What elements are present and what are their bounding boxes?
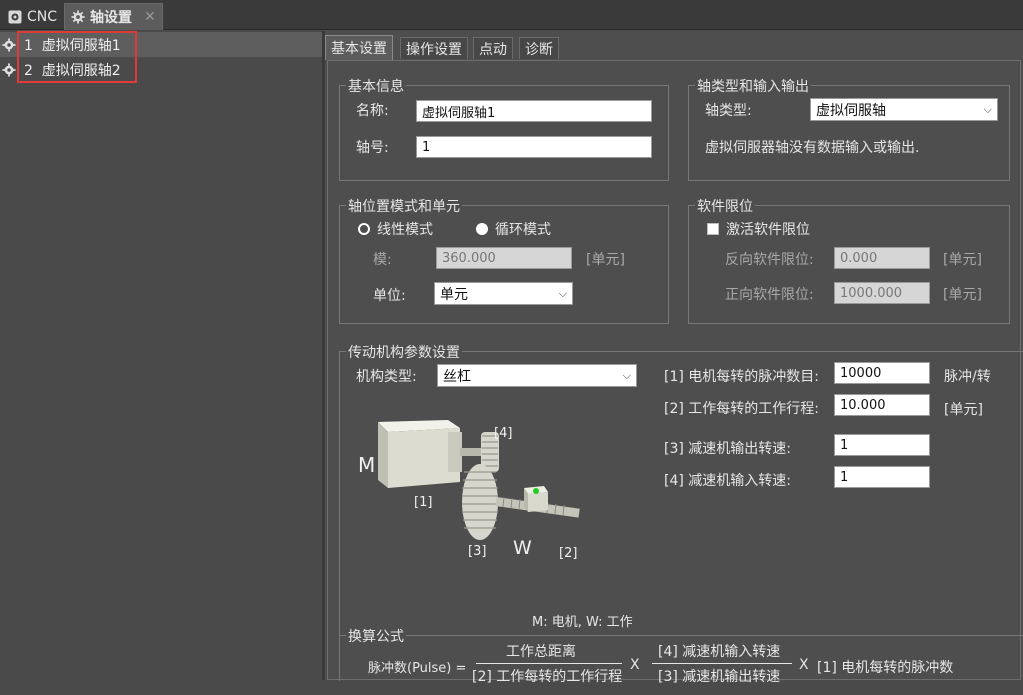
group-soft-limits: 软件限位 激活软件限位 反向软件限位: 0.000 [单元] 正向软件限位: 1…: [688, 196, 1010, 324]
radio-cyclic-mode[interactable]: 循环模式: [476, 219, 551, 239]
chevron-down-icon: ⌵: [622, 368, 631, 382]
unit-label: 单位:: [373, 288, 406, 304]
param-2-unit: [单元]: [944, 402, 983, 418]
formula-frac1-denominator: [2] 工作每转的工作行程: [472, 669, 623, 685]
chevron-down-icon: ⌵: [983, 102, 992, 116]
axis-settings-panel: 基本设置 操作设置 点动 诊断 基本信息 名称: 虚拟伺服轴1 轴号: 1 轴类…: [325, 31, 1023, 685]
tag-2: [2]: [559, 546, 577, 561]
group-title: 软件限位: [695, 196, 755, 216]
work-nut: [524, 486, 548, 512]
tab-diagnostics[interactable]: 诊断: [519, 37, 559, 59]
axis-type-note: 虚拟伺服器轴没有数据输入或输出.: [705, 140, 920, 156]
reverse-limit-label: 反向软件限位:: [725, 252, 814, 268]
tree-item-label: 2 虚拟伺服轴2: [24, 62, 121, 79]
large-gear: [462, 464, 498, 540]
param-2-label: [2] 工作每转的工作行程:: [664, 401, 819, 417]
travel-per-rev-field[interactable]: 10.000: [834, 394, 930, 416]
modulus-field[interactable]: 360.000: [436, 247, 572, 269]
tag-4: [4]: [494, 426, 512, 441]
formula-frac2-numerator: [4] 减速机输入转速: [658, 644, 781, 660]
diagram-legend: M: 电机, W: 工作: [532, 615, 633, 630]
mechanism-type-label: 机构类型:: [356, 369, 417, 385]
gear-icon: [71, 10, 85, 24]
formula-times-2: X: [799, 657, 809, 673]
group-title: 基本信息: [346, 76, 406, 96]
group-title: 轴类型和输入输出: [695, 76, 811, 96]
axis-number-field[interactable]: 1: [416, 136, 652, 158]
tab-basic-settings[interactable]: 基本设置: [325, 35, 393, 60]
tab-jog[interactable]: 点动: [473, 37, 513, 59]
name-label: 名称:: [356, 103, 389, 119]
gear-icon: [2, 62, 16, 77]
reverse-limit-field[interactable]: 0.000: [834, 247, 930, 269]
modulus-label: 模:: [373, 252, 392, 268]
doc-tab-cnc[interactable]: CNC: [2, 3, 63, 30]
formula-frac1-numerator: 工作总距离: [506, 644, 576, 660]
tab-operation-settings[interactable]: 操作设置: [400, 37, 468, 59]
unit-value: 单元: [440, 286, 468, 303]
formula-tail: [1] 电机每转的脉冲数: [817, 660, 954, 676]
group-position-mode: 轴位置模式和单元 线性模式 循环模式 模: 360.000 [单元] 单位: 单…: [339, 196, 669, 324]
param-1-unit: 脉冲/转: [944, 369, 991, 385]
tab-body: 基本信息 名称: 虚拟伺服轴1 轴号: 1 轴类型和输入输出 轴类型: 虚拟伺服…: [327, 60, 1023, 685]
forward-limit-unit: [单元]: [943, 287, 982, 303]
activate-soft-limit-checkbox[interactable]: 激活软件限位: [707, 219, 810, 239]
work-letter: W: [513, 537, 532, 559]
param-1-label: [1] 电机每转的脉冲数目:: [664, 369, 819, 385]
group-title: 传动机构参数设置: [346, 342, 462, 362]
close-icon[interactable]: ✕: [144, 9, 156, 25]
mechanism-type-value: 丝杠: [443, 368, 471, 385]
group-formula: 换算公式 脉冲数(Pulse) = 工作总距离 [2] 工作每转的工作行程 X …: [340, 626, 1023, 695]
indicator-green: [533, 488, 539, 494]
pulses-per-rev-field[interactable]: 10000: [834, 362, 930, 384]
doc-tab-axis-settings[interactable]: 轴设置 ✕: [64, 3, 163, 30]
fraction-bar: [652, 663, 792, 664]
forward-limit-label: 正向软件限位:: [725, 287, 814, 303]
reducer-output-speed-field[interactable]: 1: [834, 434, 930, 456]
formula-times-1: X: [630, 657, 640, 673]
radio-linear-mode[interactable]: 线性模式: [358, 219, 433, 239]
tree-item-axis-1[interactable]: 1 虚拟伺服轴1: [0, 32, 322, 57]
forward-limit-field[interactable]: 1000.000: [834, 282, 930, 304]
reducer-input-speed-field[interactable]: 1: [834, 466, 930, 488]
group-axis-type: 轴类型和输入输出 轴类型: 虚拟伺服轴 ⌵ 虚拟伺服器轴没有数据输入或输出.: [688, 76, 1010, 181]
tree-item-label: 1 虚拟伺服轴1: [24, 37, 121, 54]
document-tab-bar: CNC 轴设置 ✕: [0, 0, 1023, 30]
mechanism-type-select[interactable]: 丝杠 ⌵: [437, 364, 637, 387]
group-basic-info: 基本信息 名称: 虚拟伺服轴1 轴号: 1: [339, 76, 669, 181]
doc-tab-label: CNC: [27, 8, 58, 25]
axis-tree: 1 虚拟伺服轴1 2 虚拟伺服轴2: [0, 31, 322, 680]
tree-item-axis-2[interactable]: 2 虚拟伺服轴2: [0, 57, 322, 82]
fraction-bar: [476, 663, 622, 664]
formula-lhs: 脉冲数(Pulse) =: [368, 661, 467, 676]
axis-name-field[interactable]: 虚拟伺服轴1: [416, 100, 652, 122]
group-transmission: 传动机构参数设置 机构类型: 丝杠 ⌵ [1] 电机每转的脉冲数目: 10000…: [339, 342, 1023, 685]
group-title: 轴位置模式和单元: [346, 196, 462, 216]
unit-select[interactable]: 单元 ⌵: [434, 282, 573, 305]
cnc-icon: [8, 10, 22, 23]
formula-frac2-denominator: [3] 减速机输出转速: [658, 669, 781, 685]
reverse-limit-unit: [单元]: [943, 252, 982, 268]
radio-label: 线性模式: [377, 222, 433, 238]
tag-1: [1]: [414, 495, 432, 510]
checkbox: [707, 223, 719, 235]
radio-button: [358, 223, 370, 235]
chevron-down-icon: ⌵: [558, 286, 567, 300]
tag-3: [3]: [468, 544, 486, 559]
param-3-label: [3] 减速机输出转速:: [664, 441, 791, 457]
param-4-label: [4] 减速机输入转速:: [664, 473, 791, 489]
modulus-unit: [单元]: [586, 252, 625, 268]
group-title: 换算公式: [346, 626, 406, 646]
axis-type-label: 轴类型:: [705, 103, 752, 119]
axis-type-value: 虚拟伺服轴: [816, 102, 886, 119]
checkbox-label: 激活软件限位: [726, 222, 810, 238]
radio-button-selected: [476, 223, 488, 235]
axis-number-label: 轴号:: [356, 140, 389, 156]
gear-icon: [2, 37, 16, 52]
ballscrew-diagram: M [4] [1] [3] W [2]: [358, 420, 580, 561]
motor-letter: M: [358, 453, 375, 477]
axis-type-select[interactable]: 虚拟伺服轴 ⌵: [810, 98, 998, 121]
radio-label: 循环模式: [495, 222, 551, 238]
doc-tab-label: 轴设置: [90, 10, 132, 26]
